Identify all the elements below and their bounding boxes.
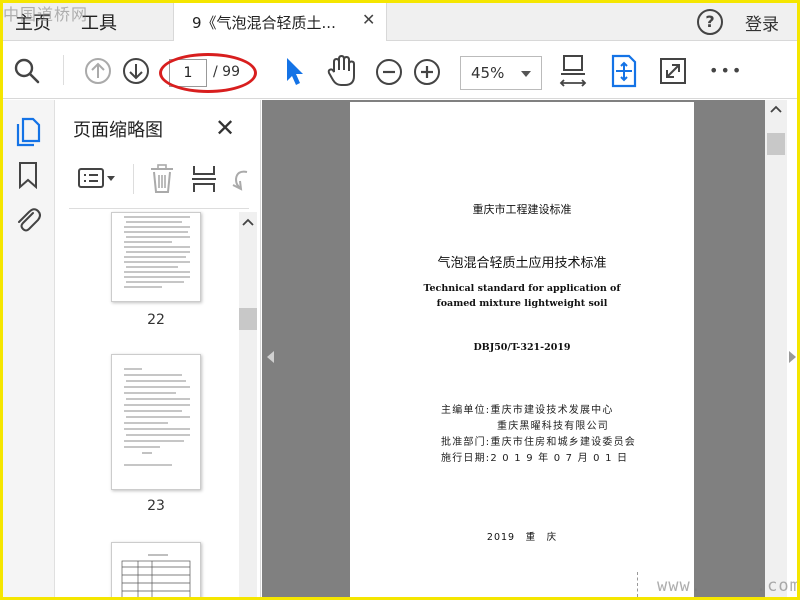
full-screen-icon[interactable] <box>659 57 687 85</box>
tab-bar: 中国道桥网 主页 工具 9《气泡混合轻质土... ✕ ? 登录 <box>3 3 797 41</box>
rotate-page-icon[interactable] <box>231 166 251 192</box>
next-page-icon[interactable] <box>122 57 150 85</box>
page-thumbnail[interactable] <box>111 212 201 302</box>
panel-title: 页面缩略图 <box>73 120 163 141</box>
expand-right-panel-icon[interactable] <box>789 351 796 363</box>
page-thumbnails-icon[interactable] <box>15 117 41 147</box>
page-thumbnail[interactable] <box>111 354 201 490</box>
page-thumbnail[interactable] <box>111 542 201 597</box>
thumbnail-scrollbar[interactable] <box>239 212 257 597</box>
thumbnail-scroll-thumb[interactable] <box>239 308 257 330</box>
panel-separator <box>69 208 249 209</box>
tab-document[interactable]: 9《气泡混合轻质土... ✕ <box>173 3 387 41</box>
zoom-value: 45% <box>471 64 505 82</box>
toolbar: ••• <box>3 41 797 99</box>
publication-footer: 2019 重 庆 <box>486 532 558 543</box>
thumbnail-table-content <box>121 554 191 597</box>
standard-title-cn: 气泡混合轻质土应用技术标准 <box>437 256 607 271</box>
zoom-in-icon[interactable] <box>413 58 441 86</box>
standard-category: 重庆市工程建设标准 <box>472 203 572 216</box>
navigation-rail <box>3 100 55 597</box>
watermark-text: www. .com <box>657 576 797 596</box>
search-icon[interactable] <box>13 57 41 85</box>
previous-page-icon[interactable] <box>84 57 112 85</box>
panel-divider <box>133 164 134 194</box>
thumbnail-options-icon[interactable] <box>77 166 117 192</box>
close-tab-icon[interactable]: ✕ <box>362 10 375 29</box>
document-tab-title: 9《气泡混合轻质土... <box>192 14 336 32</box>
highlight-annotation-ellipse <box>159 53 257 93</box>
zoom-out-icon[interactable] <box>375 58 403 86</box>
login-button[interactable]: 登录 <box>745 10 779 35</box>
info-line: 施行日期:2 0 1 9 年 0 7 月 0 1 日 <box>441 453 629 464</box>
page-edge-marker <box>637 572 638 597</box>
help-icon[interactable]: ? <box>697 9 723 35</box>
more-options-icon[interactable]: ••• <box>709 61 743 80</box>
watermark-text: 中国道桥网 <box>3 5 89 24</box>
select-pointer-icon[interactable] <box>281 55 307 87</box>
insert-page-icon[interactable] <box>191 164 217 194</box>
document-page: 重庆市工程建设标准 气泡混合轻质土应用技术标准 Technical standa… <box>350 102 694 597</box>
standard-code: DBJ50/T-321-2019 <box>473 342 571 353</box>
scroll-up-icon[interactable] <box>241 216 255 228</box>
hand-tool-icon[interactable] <box>326 54 358 88</box>
thumbnail-content <box>124 368 190 466</box>
standard-title-en-line1: Technical standard for application of <box>423 283 621 294</box>
thumbnails-panel: 页面缩略图 ✕ 22 23 <box>55 100 261 597</box>
document-scroll-thumb[interactable] <box>767 133 785 155</box>
delete-page-icon[interactable] <box>149 164 175 194</box>
info-line: 批准部门:重庆市住房和城乡建设委员会 <box>441 437 636 448</box>
chevron-down-icon <box>521 71 531 77</box>
info-line: 重庆黑曜科技有限公司 <box>441 421 609 432</box>
fit-page-icon[interactable] <box>559 54 587 88</box>
attachment-icon[interactable] <box>13 205 41 233</box>
toolbar-divider <box>63 55 64 85</box>
thumbnail-page-number: 23 <box>147 498 165 514</box>
zoom-dropdown[interactable]: 45% <box>460 56 542 90</box>
scroll-up-icon[interactable] <box>769 103 783 115</box>
info-line: 主编单位:重庆市建设技术发展中心 <box>441 405 614 416</box>
close-panel-icon[interactable]: ✕ <box>215 114 235 142</box>
thumbnail-content <box>124 216 190 288</box>
collapse-panel-icon[interactable] <box>267 351 274 363</box>
page-view-icon[interactable] <box>609 54 639 88</box>
standard-title-en-line2: foamed mixture lightweight soil <box>436 298 608 309</box>
document-scrollbar[interactable] <box>765 100 787 597</box>
thumbnail-page-number: 22 <box>147 312 165 328</box>
bookmark-icon[interactable] <box>17 161 39 189</box>
app-window: 中国道桥网 主页 工具 9《气泡混合轻质土... ✕ ? 登录 ••• 1 / … <box>3 3 797 597</box>
